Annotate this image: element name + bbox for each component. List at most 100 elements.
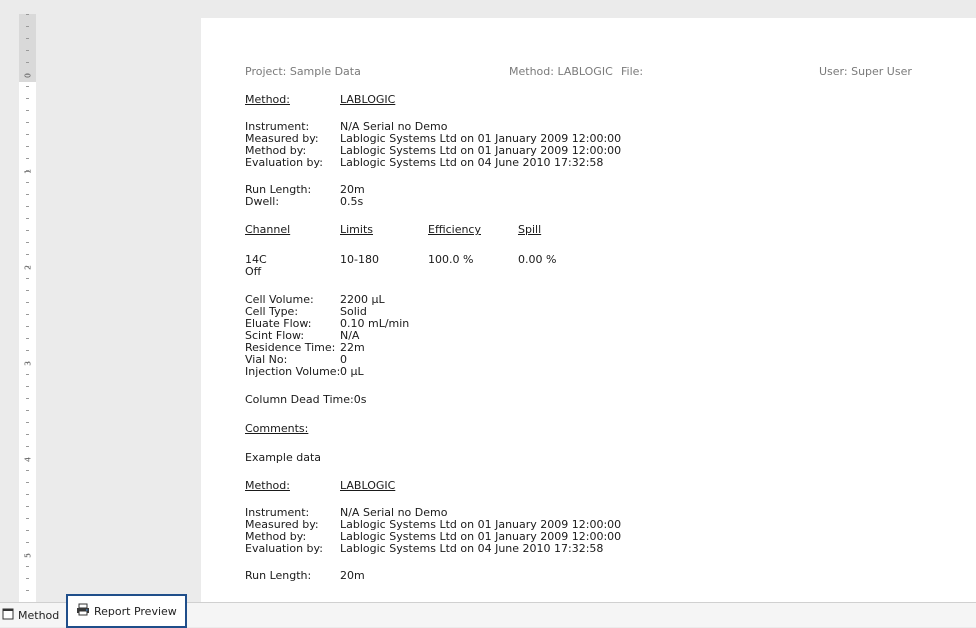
ruler-tick (26, 254, 29, 255)
ruler-tick (26, 530, 29, 531)
runlength-value: 20m (340, 183, 365, 196)
ruler-tick (26, 350, 29, 351)
ruler-number: 1 (23, 168, 33, 175)
runlength-label: Run Length: (245, 183, 312, 196)
tab-report-preview-label: Report Preview (94, 604, 177, 618)
ruler-tick (26, 218, 29, 219)
ruler-tick (26, 578, 29, 579)
header-project: Project: Sample Data (245, 65, 361, 78)
ruler-tick (26, 110, 29, 111)
instrument-label: Instrument: (245, 506, 310, 519)
ruler-tick (26, 470, 29, 471)
evaluation-label: Evaluation by: (245, 542, 323, 555)
dead-time-row: Column Dead Time:0s (245, 394, 366, 406)
ruler-tick (26, 506, 29, 507)
ruler-tick (26, 38, 29, 39)
header-user: User: Super User (819, 65, 912, 78)
ruler-tick (26, 230, 29, 231)
view-tab-bar: Method Report Preview (0, 594, 976, 628)
ruler-tick (26, 410, 29, 411)
ruler-tick (26, 242, 29, 243)
ruler-tick (26, 62, 29, 63)
cell-type-label: Cell Type: (245, 305, 299, 318)
ruler-tick (26, 434, 29, 435)
ruler-number: 2 (23, 264, 33, 271)
ruler-tick (26, 146, 29, 147)
scint-flow-label: Scint Flow: (245, 329, 305, 342)
ruler-tick (26, 26, 29, 27)
measured-label: Measured by: (245, 132, 319, 145)
efficiency-cell: 100.0 % (428, 253, 474, 266)
methodby-value: Lablogic Systems Ltd on 01 January 2009 … (340, 530, 622, 543)
instrument-value: N/A Serial no Demo (340, 120, 448, 133)
eluate-flow-label: Eluate Flow: (245, 317, 312, 330)
ruler-tick (26, 422, 29, 423)
dwell-value: 0.5s (340, 195, 364, 208)
ruler-number: 4 (23, 456, 33, 463)
measured-value: Lablogic Systems Ltd on 01 January 2009 … (340, 132, 622, 145)
efficiency-header: Efficiency (428, 223, 481, 236)
ruler-tick (26, 398, 29, 399)
spill-cell: 0.00 % (518, 253, 557, 266)
ruler-tick (26, 326, 29, 327)
tab-method-label: Method (18, 608, 60, 622)
vial-no-label: Vial No: (245, 353, 288, 366)
evaluation-value: Lablogic Systems Ltd on 04 June 2010 17:… (340, 156, 604, 169)
channel-off-row: Off (245, 266, 261, 278)
ruler-tick (26, 206, 29, 207)
channel-cell: 14C (245, 253, 267, 266)
measured-label: Measured by: (245, 518, 319, 531)
comments-text-row: Example data (245, 452, 321, 464)
method-label: Method: (245, 93, 290, 106)
injection-volume-value: 0 µL (340, 365, 364, 378)
cell-volume-value: 2200 µL (340, 293, 385, 306)
ruler-tick (26, 98, 29, 99)
ruler-tick (26, 590, 29, 591)
ruler-tick (26, 278, 29, 279)
spill-header: Spill (518, 223, 542, 236)
printer-icon (76, 603, 90, 619)
ruler-tick (26, 290, 29, 291)
instrument-value: N/A Serial no Demo (340, 506, 448, 519)
method-value: LABLOGIC (340, 479, 396, 492)
methodby-value: Lablogic Systems Ltd on 01 January 2009 … (340, 144, 622, 157)
methodby-label: Method by: (245, 530, 307, 543)
channel-off-text: Off (245, 265, 262, 278)
tab-report-preview[interactable]: Report Preview (66, 594, 187, 628)
tab-method[interactable]: Method (2, 605, 59, 625)
ruler-tick (26, 134, 29, 135)
dwell-label: Dwell: (245, 195, 280, 208)
header-method: Method: LABLOGIC (509, 65, 613, 78)
ruler-number: 0 (23, 72, 33, 79)
ruler-tick (26, 182, 29, 183)
method-value: LABLOGIC (340, 93, 396, 106)
vertical-ruler: 0 1 2 3 4 5 (19, 14, 36, 602)
measured-value: Lablogic Systems Ltd on 01 January 2009 … (340, 518, 622, 531)
instrument-label: Instrument: (245, 120, 310, 133)
ruler-tick (26, 374, 29, 375)
eluate-flow-value: 0.10 mL/min (340, 317, 410, 330)
vial-no-value: 0 (340, 353, 347, 366)
method-icon (2, 608, 14, 623)
ruler-tick (26, 50, 29, 51)
runlength-value: 20m (340, 569, 365, 582)
ruler-tick (26, 518, 29, 519)
ruler-tick (26, 446, 29, 447)
limits-header: Limits (340, 223, 373, 236)
ruler-tick (26, 86, 29, 87)
ruler-tick (26, 122, 29, 123)
cell-type-value: Solid (340, 305, 367, 318)
runlength-label: Run Length: (245, 569, 312, 582)
ruler-tick (26, 158, 29, 159)
limits-cell: 10-180 (340, 253, 379, 266)
evaluation-label: Evaluation by: (245, 156, 323, 169)
channel-header: Channel (245, 223, 291, 236)
residence-time-label: Residence Time: (245, 341, 336, 354)
comments-text: Example data (245, 451, 321, 464)
report-page: Project: Sample Data Method: LABLOGIC Fi… (201, 18, 976, 602)
injection-volume-label: Injection Volume: (245, 365, 341, 378)
header-file: File: (621, 65, 644, 78)
method-label: Method: (245, 479, 290, 492)
ruler-tick (26, 542, 29, 543)
ruler-tick (26, 494, 29, 495)
